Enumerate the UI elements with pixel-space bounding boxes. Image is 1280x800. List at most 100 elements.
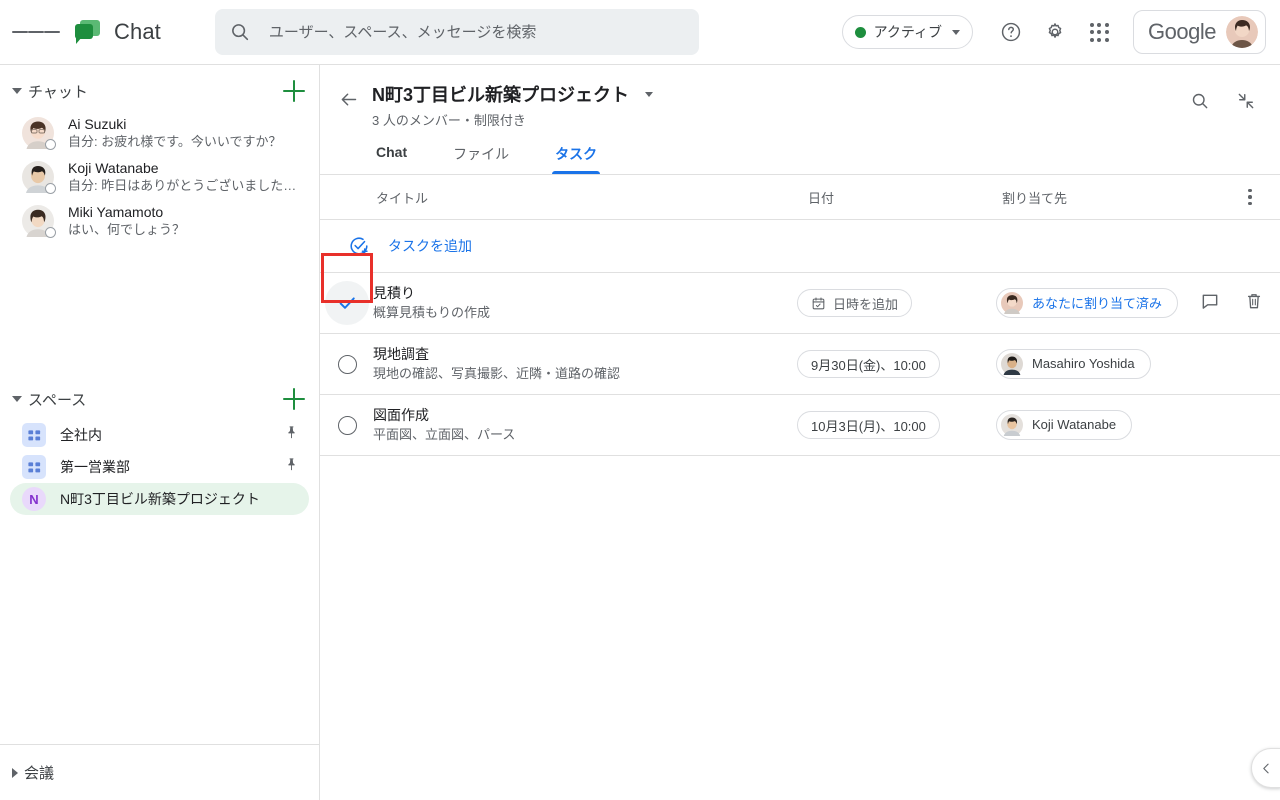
task-checkbox-cell: [321, 281, 373, 325]
add-task-button[interactable]: タスクを追加: [320, 220, 1280, 272]
sidebar-space-item-sales-dept[interactable]: 第一営業部: [10, 451, 309, 483]
presence-indicator-icon: [45, 139, 56, 150]
conversation-titles: N町3丁目ビル新築プロジェクト 3 人のメンバー・制限付き: [372, 79, 654, 129]
task-assignee-button[interactable]: Koji Watanabe: [996, 409, 1133, 440]
task-options-button[interactable]: [1238, 188, 1262, 206]
chevron-down-icon[interactable]: [12, 88, 22, 94]
task-date-cell: 10月3日(月)、10:00: [797, 411, 940, 439]
check-icon: [339, 297, 355, 309]
task-date-button[interactable]: 10月3日(月)、10:00: [797, 411, 940, 439]
table-row[interactable]: 見積り 概算見積もりの作成 日時を追加 あなたに割り当て済み: [320, 273, 1280, 333]
column-header-title: タイトル: [376, 190, 429, 206]
pin-icon[interactable]: [284, 425, 299, 445]
task-date-label: 9月30日(金)、10:00: [811, 357, 926, 373]
task-assignee-label: Koji Watanabe: [1032, 417, 1117, 432]
space-grid-icon: [22, 455, 46, 479]
chevron-left-icon: [1263, 763, 1269, 773]
account-button[interactable]: Google: [1133, 10, 1266, 54]
search-box[interactable]: [214, 9, 699, 55]
apps-button[interactable]: [1079, 12, 1119, 52]
task-title: 図面作成: [373, 407, 429, 423]
chevron-down-icon[interactable]: [12, 396, 22, 402]
account-avatar[interactable]: [1226, 16, 1258, 48]
top-bar: Chat アクティブ: [0, 0, 1280, 64]
task-text-cell: 図面作成 平面図、立面図、パース: [373, 406, 515, 444]
sidebar-chat-item-ai-suzuki[interactable]: Ai Suzuki 自分: お疲れ様です。今いいですか？: [0, 111, 319, 155]
task-date-button[interactable]: 日時を追加: [797, 289, 913, 317]
task-checkbox-cell: [321, 403, 373, 447]
new-space-button[interactable]: [283, 388, 305, 410]
new-chat-button[interactable]: [283, 80, 305, 102]
help-button[interactable]: [991, 12, 1031, 52]
task-checkbox[interactable]: [325, 403, 369, 447]
conversation-search-button[interactable]: [1180, 81, 1220, 121]
table-row[interactable]: 図面作成 平面図、立面図、パース 10月3日(月)、10:00 Koji Wat…: [320, 395, 1280, 455]
search-container: [214, 9, 699, 55]
sidebar-chat-item-koji-watanabe[interactable]: Koji Watanabe 自分: 昨日はありがとうございました…: [0, 155, 319, 199]
sidebar-space-item-all-company[interactable]: 全社内: [10, 419, 309, 451]
tab-chat[interactable]: Chat: [376, 136, 407, 174]
brand-name: Chat: [114, 19, 161, 44]
top-bar-actions: アクティブ Google: [841, 10, 1280, 54]
comment-icon: [1202, 294, 1218, 309]
task-description: 概算見積もりの作成: [373, 305, 491, 320]
task-text-cell: 現地調査 現地の確認、写真撮影、近隣・道路の確認: [373, 345, 620, 383]
meet-section-header[interactable]: 会議: [0, 744, 319, 800]
presence-indicator-icon: [45, 183, 56, 194]
chat-item-preview: 自分: お疲れ様です。今いいですか？: [68, 134, 282, 149]
task-assignee-button[interactable]: Masahiro Yoshida: [996, 348, 1151, 379]
task-row-divider: [320, 455, 1280, 456]
avatar: [22, 205, 56, 238]
calendar-icon: [812, 296, 825, 309]
tab-tasks[interactable]: タスク: [552, 136, 601, 174]
column-header-assignee: 割り当て先: [1002, 190, 1068, 206]
user-avatar-icon: [1001, 291, 1023, 314]
chat-item-text: Koji Watanabe 自分: 昨日はありがとうございました…: [68, 160, 296, 194]
table-row[interactable]: 現地調査 現地の確認、写真撮影、近隣・道路の確認 9月30日(金)、10:00: [320, 334, 1280, 394]
space-label: N町3丁目ビル新築プロジェクト: [60, 491, 260, 507]
trash-icon: [1247, 293, 1261, 308]
chat-item-name: Ai Suzuki: [68, 116, 127, 132]
space-people-icon: [27, 461, 40, 472]
task-assignee-button[interactable]: あなたに割り当て済み: [996, 287, 1179, 318]
space-people-icon: [27, 429, 40, 440]
back-button[interactable]: [328, 79, 368, 119]
chat-section-title: チャット: [28, 83, 88, 101]
assignee-avatar: [1001, 352, 1023, 375]
user-avatar-icon: [1226, 16, 1258, 48]
sidebar-chat-item-miki-yamamoto[interactable]: Miki Yamamoto はい、何でしょう？: [0, 199, 319, 243]
task-text-cell: 見積り 概算見積もりの作成: [373, 284, 490, 322]
apps-grid-icon: [1089, 22, 1109, 42]
conversation-actions: [1180, 79, 1266, 121]
task-date-button[interactable]: 9月30日(金)、10:00: [797, 350, 940, 378]
task-delete-button[interactable]: [1244, 291, 1264, 316]
settings-button[interactable]: [1035, 12, 1075, 52]
task-checkbox-cell: [321, 342, 373, 386]
task-checkbox[interactable]: [325, 281, 369, 325]
main-panel: N町3丁目ビル新築プロジェクト 3 人のメンバー・制限付き Chat ファイル …: [320, 65, 1280, 800]
column-header-date: 日付: [808, 190, 835, 206]
add-task-label: タスクを追加: [388, 238, 472, 254]
sidebar-space-item-n-project[interactable]: N N町3丁目ビル新築プロジェクト: [10, 483, 309, 515]
tab-files[interactable]: ファイル: [453, 136, 509, 174]
task-assignee-cell: Masahiro Yoshida: [996, 348, 1151, 380]
body: チャット Ai Suzuki 自分: お疲れ様です。今いいですか？ Koji W…: [0, 65, 1280, 800]
chevron-down-icon[interactable]: [645, 91, 654, 97]
search-input[interactable]: [268, 23, 685, 41]
task-date-cell: 9月30日(金)、10:00: [797, 350, 940, 378]
task-description: 平面図、立面図、パース: [373, 427, 516, 442]
spaces-section-title: スペース: [28, 391, 87, 409]
assignee-avatar: [1001, 291, 1023, 314]
panel-collapse-button[interactable]: [1251, 748, 1280, 788]
task-assignee-cell: Koji Watanabe: [996, 409, 1133, 441]
collapse-button[interactable]: [1226, 81, 1266, 121]
task-checkbox[interactable]: [325, 342, 369, 386]
add-task-icon: [350, 237, 368, 255]
space-label: 第一営業部: [60, 459, 130, 475]
status-pill[interactable]: アクティブ: [841, 15, 974, 49]
pin-icon[interactable]: [284, 457, 299, 477]
task-comment-button[interactable]: [1200, 291, 1220, 316]
search-icon: [1192, 93, 1208, 109]
space-letter-icon: N: [22, 487, 46, 511]
hamburger-menu-icon[interactable]: [12, 8, 60, 56]
